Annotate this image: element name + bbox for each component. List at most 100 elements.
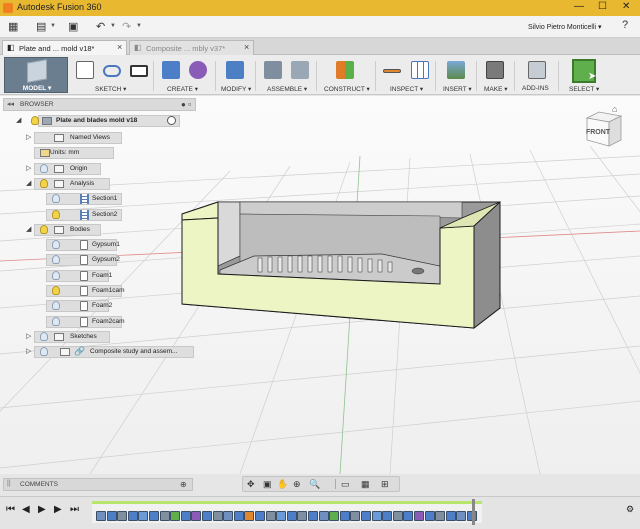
comments-panel[interactable]: || COMMENTS ⊕ xyxy=(3,478,193,491)
visibility-bulb-icon[interactable] xyxy=(40,224,48,234)
timeline-feature-icon[interactable] xyxy=(392,511,403,521)
timeline-feature-icon[interactable] xyxy=(350,511,361,521)
close-tab-icon[interactable]: × xyxy=(244,42,249,52)
redo-dropdown-icon[interactable]: ▼ xyxy=(136,23,142,29)
browser-panel-header[interactable]: ◂◂ BROWSER ● ▫ xyxy=(3,98,196,111)
timeline-feature-icon[interactable] xyxy=(435,511,446,521)
visibility-bulb-icon[interactable] xyxy=(52,209,60,219)
timeline-feature-icon[interactable] xyxy=(106,511,117,521)
collapse-browser-icon[interactable]: ◂◂ xyxy=(7,100,14,108)
close-window-icon[interactable]: ✕ xyxy=(622,1,630,12)
maximize-icon[interactable]: ☐ xyxy=(598,1,607,12)
visibility-bulb-icon[interactable] xyxy=(52,316,60,326)
visibility-bulb-icon[interactable] xyxy=(40,347,48,357)
user-account-menu[interactable]: Silvio Pietro Monticelli ▾ xyxy=(528,23,602,31)
browser-toggle-icon[interactable]: ▫ xyxy=(188,99,191,109)
expand-triangle-icon[interactable]: ◢ xyxy=(26,225,31,233)
scripts-addins-icon[interactable] xyxy=(528,61,546,79)
tab-plate-and-blades-mold[interactable]: ◧ Plate and ... mold v18* × xyxy=(2,40,127,55)
timeline-settings-icon[interactable]: ⚙ xyxy=(626,504,634,515)
browser-root-row[interactable]: ◢ Plate and blades mold v18 xyxy=(0,115,200,127)
expand-triangle-icon[interactable]: ▷ xyxy=(26,332,31,340)
collapse-triangle-icon[interactable]: ◢ xyxy=(16,116,21,124)
browser-item[interactable]: Units: mm xyxy=(0,147,200,160)
rectangle-icon[interactable] xyxy=(130,65,148,77)
timeline-feature-icon[interactable] xyxy=(159,511,170,521)
visibility-bulb-icon[interactable] xyxy=(52,301,60,311)
insert-menu[interactable]: INSERT ▾ xyxy=(443,85,472,93)
create-menu[interactable]: CREATE ▾ xyxy=(167,85,198,93)
browser-item[interactable]: ▷ Named Views xyxy=(0,132,200,144)
tab-composite-assembly[interactable]: ◧ Composite ... mbly v37* × xyxy=(129,40,254,55)
visibility-bulb-icon[interactable] xyxy=(31,116,39,125)
visibility-bulb-icon[interactable] xyxy=(52,194,60,204)
active-component-radio-icon[interactable] xyxy=(167,116,176,125)
press-pull-icon[interactable] xyxy=(226,61,244,79)
timeline-feature-icon[interactable] xyxy=(233,511,244,521)
timeline-feature-icon[interactable] xyxy=(382,511,393,521)
timeline-feature-icon[interactable] xyxy=(127,511,138,521)
timeline-feature-icon[interactable] xyxy=(149,511,159,521)
step-forward-icon[interactable]: ▶ xyxy=(54,504,62,515)
expand-triangle-icon[interactable]: ◢ xyxy=(26,179,31,187)
timeline-track[interactable] xyxy=(92,501,482,523)
visibility-bulb-icon[interactable] xyxy=(52,286,60,295)
timeline-feature-icon[interactable] xyxy=(170,511,181,521)
browser-item[interactable]: Foam1cam xyxy=(0,285,200,297)
file-dropdown-icon[interactable]: ▼ xyxy=(50,23,56,29)
browser-item[interactable]: Gypsum2 xyxy=(0,254,200,267)
viewcube[interactable]: FRONT ⌂ xyxy=(583,104,623,148)
timeline-feature-icon[interactable] xyxy=(265,511,276,521)
expand-triangle-icon[interactable]: ▷ xyxy=(26,133,31,141)
workspace-switcher[interactable]: MODEL ▾ xyxy=(4,57,68,93)
pan-hand-icon[interactable]: ✋ xyxy=(277,479,288,490)
select-menu[interactable]: SELECT ▾ xyxy=(569,85,599,93)
timeline-feature-icon[interactable] xyxy=(286,511,297,521)
look-at-icon[interactable]: ▣ xyxy=(263,479,272,490)
timeline-feature-icon[interactable] xyxy=(339,511,350,521)
make-menu[interactable]: MAKE ▾ xyxy=(484,85,508,93)
joint-icon[interactable] xyxy=(291,61,309,79)
zoom-icon[interactable]: 🔍 xyxy=(309,479,320,490)
inspect-menu[interactable]: INSPECT ▾ xyxy=(390,85,423,93)
browser-item[interactable]: ▷ Origin xyxy=(0,162,200,175)
timeline-feature-icon[interactable] xyxy=(117,511,128,521)
orbit-icon[interactable]: ✥ xyxy=(247,479,255,490)
timeline-feature-icon[interactable] xyxy=(202,511,212,521)
expand-triangle-icon[interactable]: ▷ xyxy=(26,347,31,355)
browser-item[interactable]: ◢ Bodies xyxy=(0,223,200,236)
visibility-bulb-icon[interactable] xyxy=(40,178,48,188)
browser-item[interactable]: Section2 xyxy=(0,208,200,221)
expand-triangle-icon[interactable]: ▷ xyxy=(26,164,31,172)
timeline-feature-icon[interactable] xyxy=(244,511,255,521)
browser-item[interactable]: Foam2 xyxy=(0,300,200,313)
timeline-feature-icon[interactable] xyxy=(276,511,287,521)
apps-grid-icon[interactable]: ▦ xyxy=(8,20,18,33)
step-back-icon[interactable]: ◀ xyxy=(22,504,30,515)
timeline-feature-icon[interactable] xyxy=(212,511,223,521)
timeline-feature-icon[interactable] xyxy=(138,511,149,521)
visibility-bulb-icon[interactable] xyxy=(40,331,48,341)
visibility-bulb-icon[interactable] xyxy=(40,163,48,173)
timeline-feature-icon[interactable] xyxy=(96,511,106,521)
play-icon[interactable]: ▶ xyxy=(38,504,46,515)
construct-menu[interactable]: CONSTRUCT ▾ xyxy=(324,85,370,93)
timeline-feature-icon[interactable] xyxy=(191,511,202,521)
extrude-icon[interactable] xyxy=(162,61,180,79)
go-to-start-icon[interactable]: ⏮ xyxy=(6,504,15,515)
timeline-feature-icon[interactable] xyxy=(329,511,340,521)
grid-settings-icon[interactable]: ▦ xyxy=(361,479,370,490)
timeline-feature-icon[interactable] xyxy=(424,511,435,521)
file-icon[interactable]: ▤ xyxy=(36,20,46,33)
addins-menu[interactable]: ADD-INS xyxy=(522,85,549,92)
browser-item[interactable]: ◢ Analysis xyxy=(0,177,200,190)
modify-menu[interactable]: MODIFY ▾ xyxy=(221,85,251,93)
timeline-feature-icon[interactable] xyxy=(445,511,456,521)
timeline-feature-icon[interactable] xyxy=(361,511,371,521)
timeline-feature-icon[interactable] xyxy=(223,511,234,521)
redo-icon[interactable]: ↷ xyxy=(122,20,131,33)
browser-item[interactable]: Foam1 xyxy=(0,269,200,282)
timeline-feature-icon[interactable] xyxy=(180,511,191,521)
timeline-feature-icon[interactable] xyxy=(456,511,467,521)
timeline-feature-icon[interactable] xyxy=(255,511,265,521)
